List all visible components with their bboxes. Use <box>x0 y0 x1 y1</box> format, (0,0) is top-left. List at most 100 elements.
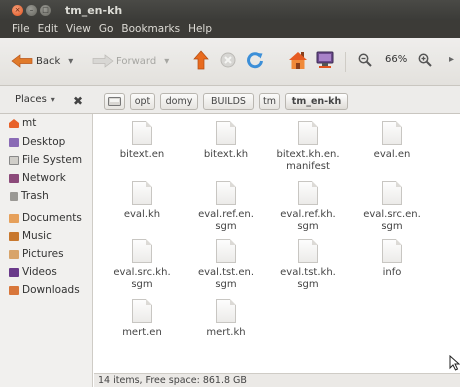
sidebar-item-file-system[interactable]: File System <box>9 154 82 166</box>
menu-file[interactable]: File <box>12 23 30 35</box>
menu-bookmarks[interactable]: Bookmarks <box>121 23 180 35</box>
file-item-bitext-kh-en-manifest[interactable]: bitext.kh.en. manifest <box>265 121 351 173</box>
menu-view[interactable]: View <box>66 23 91 35</box>
places-dropdown[interactable]: Places ▾ <box>15 94 55 105</box>
stop-button[interactable] <box>220 52 236 68</box>
zoom-in-button[interactable] <box>418 53 432 67</box>
sidebar-item-label: Desktop <box>22 136 66 148</box>
mouse-cursor-icon <box>449 355 460 371</box>
network-icon <box>9 173 19 183</box>
sidebar-item-pictures[interactable]: Pictures <box>9 248 64 260</box>
computer-icon <box>316 51 334 68</box>
forward-button[interactable]: Forward ▾ <box>92 54 169 68</box>
text-file-icon <box>298 121 318 145</box>
sidebar-item-mt[interactable]: mt <box>9 117 36 129</box>
minimize-window-button[interactable]: – <box>26 4 37 16</box>
sidebar-item-trash[interactable]: Trash <box>9 190 49 202</box>
file-item-bitext-kh[interactable]: bitext.kh <box>183 121 269 161</box>
toolbar-overflow-icon[interactable]: ▸ <box>449 54 454 65</box>
sidebar-item-downloads[interactable]: Downloads <box>9 284 80 296</box>
toolbar-separator <box>345 52 346 72</box>
file-item-eval-tst-en-sgm[interactable]: eval.tst.en. sgm <box>183 239 269 291</box>
chevron-down-icon: ▾ <box>50 95 55 104</box>
file-name: eval.src.en. sgm <box>363 209 421 232</box>
file-item-eval-ref-en-sgm[interactable]: eval.ref.en. sgm <box>183 181 269 233</box>
text-file-icon <box>216 121 236 145</box>
close-icon: ✖ <box>73 94 84 108</box>
home-folder-icon <box>9 118 19 128</box>
forward-arrow-icon <box>92 54 114 68</box>
crumb-tm-en-kh[interactable]: tm_en-kh <box>285 93 348 110</box>
back-dropdown-icon[interactable]: ▾ <box>68 56 73 67</box>
drive-icon <box>9 155 19 165</box>
sidebar-item-label: Music <box>22 230 52 242</box>
menu-edit[interactable]: Edit <box>38 23 58 35</box>
file-item-bitext-en[interactable]: bitext.en <box>99 121 185 161</box>
up-button[interactable] <box>193 50 209 70</box>
text-file-icon <box>382 181 402 205</box>
zoom-out-button[interactable] <box>358 53 372 67</box>
drive-icon <box>108 97 121 106</box>
downloads-icon <box>9 285 19 295</box>
text-file-icon <box>382 121 402 145</box>
toolbar: Back ▾ Forward ▾ 66% ▸ <box>0 38 460 86</box>
zoom-level[interactable]: 66% <box>385 54 407 65</box>
crumb-drive[interactable] <box>104 93 125 110</box>
text-file-icon <box>298 181 318 205</box>
close-window-button[interactable]: × <box>12 4 23 16</box>
crumb-opt[interactable]: opt <box>130 93 155 110</box>
videos-icon <box>9 267 19 277</box>
sidebar-item-label: mt <box>22 117 37 129</box>
title-bar: × – □ tm_en-kh <box>0 0 460 20</box>
sidebar-item-documents[interactable]: Documents <box>9 212 82 224</box>
reload-icon <box>247 52 263 69</box>
file-item-eval-ref-kh-sgm[interactable]: eval.ref.kh. sgm <box>265 181 351 233</box>
sidebar-item-label: Network <box>22 172 66 184</box>
sidebar-item-music[interactable]: Music <box>9 230 52 242</box>
menu-go[interactable]: Go <box>99 23 114 35</box>
trash-icon <box>10 191 18 201</box>
text-file-icon <box>132 181 152 205</box>
file-name: eval.ref.en. sgm <box>198 209 254 232</box>
back-button[interactable]: Back ▾ <box>11 54 73 68</box>
reload-button[interactable] <box>246 51 264 69</box>
window-title: tm_en-kh <box>65 3 123 17</box>
zoom-in-icon <box>418 53 432 67</box>
zoom-level-label: 66% <box>385 54 408 65</box>
sidebar-item-desktop[interactable]: Desktop <box>9 136 65 148</box>
zoom-out-icon <box>358 53 372 67</box>
back-arrow-icon <box>11 54 33 68</box>
music-icon <box>9 231 19 241</box>
places-dropdown-label: Places <box>15 94 47 105</box>
up-arrow-icon <box>193 50 209 70</box>
stop-icon <box>220 52 236 68</box>
sidebar-item-videos[interactable]: Videos <box>9 266 57 278</box>
file-item-mert-en[interactable]: mert.en <box>99 299 185 339</box>
crumb-tm[interactable]: tm <box>259 93 280 110</box>
maximize-window-button[interactable]: □ <box>40 4 51 16</box>
file-item-eval-tst-kh-sgm[interactable]: eval.tst.kh. sgm <box>265 239 351 291</box>
close-sidebar-button[interactable]: ✖ <box>73 94 83 108</box>
file-name: mert.en <box>122 327 162 338</box>
file-item-eval-kh[interactable]: eval.kh <box>99 181 185 221</box>
file-item-mert-kh[interactable]: mert.kh <box>183 299 269 339</box>
computer-button[interactable] <box>315 50 335 70</box>
crumb-builds[interactable]: BUILDS <box>203 93 254 110</box>
file-item-eval-src-en-sgm[interactable]: eval.src.en. sgm <box>349 181 435 233</box>
file-name: info <box>382 267 402 278</box>
sidebar-item-label: File System <box>22 154 83 166</box>
text-file-icon <box>216 239 236 263</box>
forward-dropdown-icon[interactable]: ▾ <box>164 56 169 67</box>
text-file-icon <box>132 299 152 323</box>
sidebar-item-label: Trash <box>21 190 49 202</box>
crumb-domy[interactable]: domy <box>160 93 198 110</box>
sidebar-item-network[interactable]: Network <box>9 172 66 184</box>
file-view: bitext.en bitext.kh bitext.kh.en. manifes… <box>94 114 460 373</box>
file-name: mert.kh <box>206 327 246 338</box>
file-item-info[interactable]: info <box>349 239 435 279</box>
file-item-eval-src-kh-sgm[interactable]: eval.src.kh. sgm <box>99 239 185 291</box>
menu-help[interactable]: Help <box>188 23 212 35</box>
documents-icon <box>9 213 19 223</box>
home-button[interactable] <box>288 50 308 70</box>
file-item-eval-en[interactable]: eval.en <box>349 121 435 161</box>
